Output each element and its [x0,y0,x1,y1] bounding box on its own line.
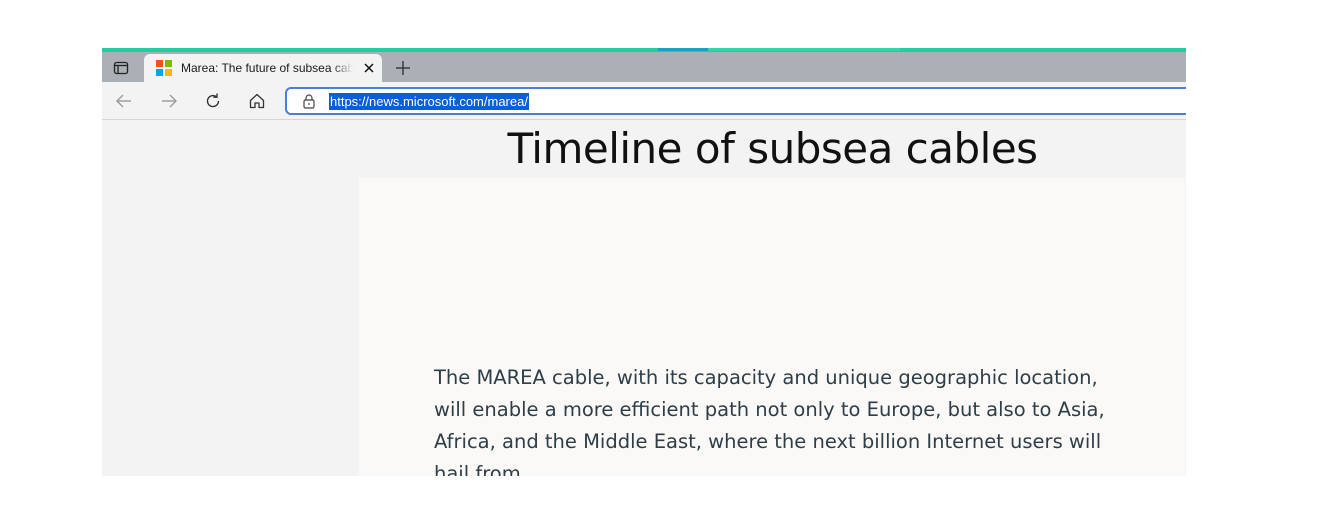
back-arrow-icon[interactable] [112,89,136,113]
browser-toolbar: https://news.microsoft.com/marea/ [102,82,1186,120]
body-paragraph: The MAREA cable, with its capacity and u… [434,366,1105,476]
tab-actions-icon[interactable] [110,57,132,79]
close-icon[interactable] [361,60,377,76]
tab-strip: Marea: The future of subsea cabl [102,52,1186,82]
browser-tab[interactable]: Marea: The future of subsea cabl [144,54,382,82]
url-text[interactable]: https://news.microsoft.com/marea/ [329,93,529,110]
page-content: Timeline of subsea cables The MAREA cabl… [102,120,1186,476]
address-bar[interactable]: https://news.microsoft.com/marea/ [285,87,1186,115]
plus-icon[interactable] [392,57,414,79]
browser-window: Marea: The future of subsea cabl https:/… [102,48,1186,476]
accent-segment [658,48,708,51]
lock-icon[interactable] [301,93,317,109]
home-icon[interactable] [245,89,269,113]
content-panel: The MAREA cable, with its capacity and u… [359,178,1185,476]
refresh-icon[interactable] [201,89,225,113]
forward-arrow-icon[interactable] [157,89,181,113]
tab-title: Marea: The future of subsea cabl [181,61,353,75]
microsoft-logo-icon [156,60,172,76]
page-title: Timeline of subsea cables [507,124,1038,173]
accent-segment [708,48,900,51]
